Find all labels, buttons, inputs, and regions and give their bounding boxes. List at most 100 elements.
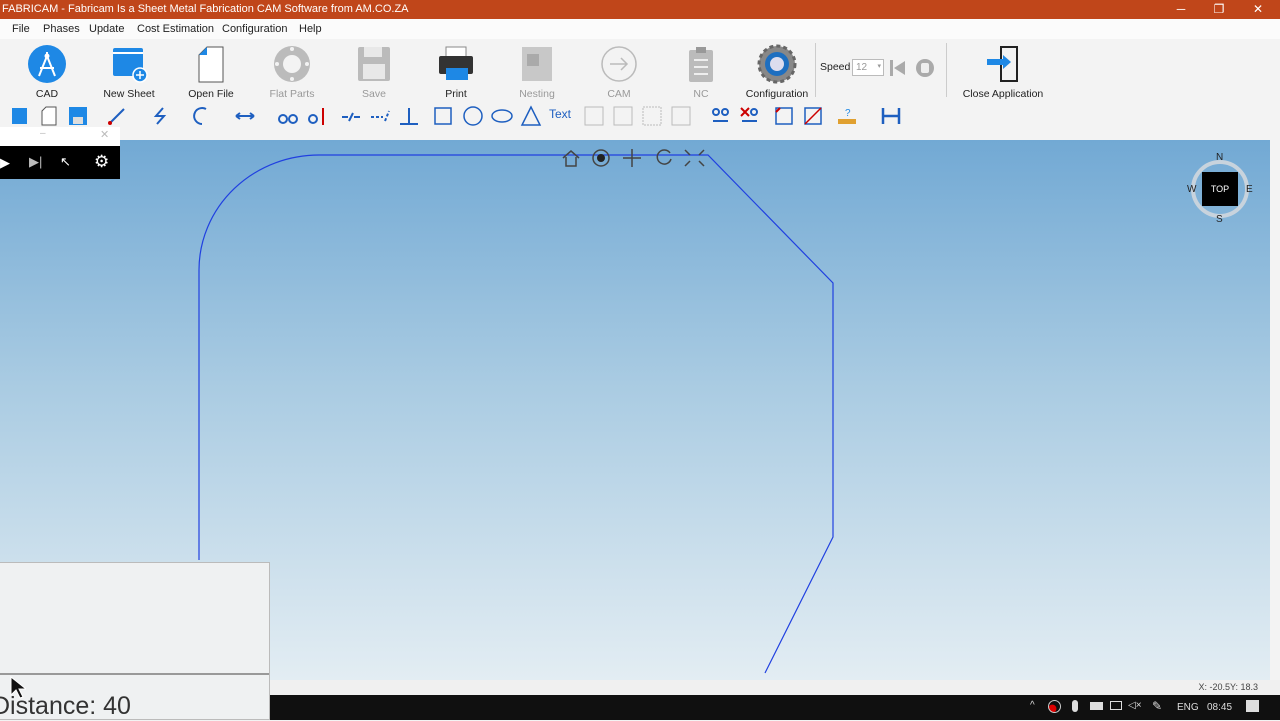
points-tool-icon[interactable] <box>612 105 634 127</box>
open-icon[interactable] <box>38 105 60 127</box>
print-button[interactable]: Print <box>416 41 496 100</box>
compass-east[interactable]: E <box>1246 184 1253 195</box>
chevron-up-icon[interactable]: ^ <box>1030 700 1035 711</box>
notifications-icon[interactable] <box>1246 700 1259 712</box>
corner-tool-icon[interactable] <box>773 105 795 127</box>
skip-icon[interactable]: ▶| <box>29 154 42 170</box>
text-tool-button[interactable]: Text <box>549 107 571 121</box>
menu-cost-estimation[interactable]: Cost Estimation <box>137 23 214 35</box>
cursor-effects-icon[interactable]: ↖ <box>60 154 71 170</box>
close-icon[interactable]: ✕ <box>100 128 109 141</box>
trim-tool-icon[interactable] <box>277 105 299 127</box>
unlink-path-icon[interactable] <box>739 105 761 127</box>
link-path-icon[interactable] <box>710 105 732 127</box>
nesting-icon <box>522 47 552 81</box>
polyline-tool-icon[interactable] <box>149 105 171 127</box>
menu-bar: File Phases Update Cost Estimation Confi… <box>0 19 1280 39</box>
close-application-button[interactable]: Close Application <box>962 41 1044 100</box>
divider <box>946 43 947 97</box>
chevron-down-icon: ▾ <box>877 63 881 70</box>
drawing-toolbar: Text ? <box>0 101 1280 139</box>
compass-south[interactable]: S <box>1216 214 1223 225</box>
menu-phases[interactable]: Phases <box>43 23 80 35</box>
rotate-icon[interactable] <box>656 149 672 165</box>
flat-parts-button[interactable]: Flat Parts <box>252 41 332 100</box>
microphone-icon[interactable] <box>1072 700 1078 712</box>
battery-icon[interactable] <box>1090 702 1103 710</box>
svg-text:?: ? <box>845 108 851 119</box>
language-indicator[interactable]: ENG <box>1177 702 1199 713</box>
configuration-button[interactable]: Configuration <box>737 41 817 100</box>
minimize-button[interactable]: ─ <box>1162 0 1200 19</box>
pan-icon[interactable] <box>623 149 641 167</box>
ribbon: CAD New Sheet Open File Flat Parts Save … <box>0 39 1280 101</box>
flat-parts-icon <box>274 46 310 82</box>
nesting-button[interactable]: Nesting <box>497 41 577 100</box>
dimension-tool-icon[interactable] <box>234 105 256 127</box>
recorder-widget: – ✕ ▶ ▶| ↖ ⚙ <box>0 127 120 179</box>
arrow-circle-icon <box>601 46 637 82</box>
open-file-icon <box>198 46 224 83</box>
break-line-tool-icon[interactable] <box>369 105 391 127</box>
arc-tool-icon[interactable] <box>190 105 212 127</box>
volume-muted-icon[interactable]: ◁× <box>1128 700 1142 711</box>
speed-select[interactable]: 12 ▾ <box>852 59 884 76</box>
recorder-icon[interactable] <box>1048 700 1061 713</box>
compass-icon <box>28 45 66 83</box>
measure-distance-icon[interactable] <box>880 105 902 127</box>
menu-update[interactable]: Update <box>89 23 124 35</box>
speed-label: Speed <box>820 61 851 73</box>
home-icon[interactable] <box>562 150 580 167</box>
line-tool-icon[interactable] <box>106 105 128 127</box>
compass-west[interactable]: W <box>1187 184 1196 195</box>
close-button[interactable]: ✕ <box>1239 0 1277 19</box>
exit-door-icon <box>987 46 1018 82</box>
window-title: FABRICAM - Fabricam Is a Sheet Metal Fab… <box>2 3 409 15</box>
break-tool-icon[interactable] <box>340 105 362 127</box>
maximize-button[interactable]: ❐ <box>1200 0 1238 19</box>
cad-button[interactable]: CAD <box>7 41 87 100</box>
menu-configuration[interactable]: Configuration <box>222 23 287 35</box>
perpendicular-tool-icon[interactable] <box>398 105 420 127</box>
zoom-extents-icon[interactable] <box>684 149 705 167</box>
circular-array-icon[interactable] <box>670 105 692 127</box>
nc-button[interactable]: NC <box>661 41 741 100</box>
extend-tool-icon[interactable] <box>305 105 327 127</box>
cam-button[interactable]: CAM <box>579 41 659 100</box>
settings-icon[interactable]: ⚙ <box>94 152 109 172</box>
step-back-icon[interactable] <box>888 59 908 77</box>
menu-help[interactable]: Help <box>299 23 322 35</box>
network-icon[interactable] <box>1110 701 1122 710</box>
triangle-tool-icon[interactable] <box>520 105 542 127</box>
orbit-icon[interactable] <box>592 149 610 167</box>
new-drawing-icon[interactable] <box>9 105 31 127</box>
play-icon[interactable]: ▶ <box>0 155 10 171</box>
save-small-icon[interactable] <box>67 105 89 127</box>
menu-file[interactable]: File <box>12 23 30 35</box>
ellipse-tool-icon[interactable] <box>491 105 513 127</box>
circle-tool-icon[interactable] <box>462 105 484 127</box>
stop-icon[interactable] <box>915 58 935 78</box>
new-sheet-button[interactable]: New Sheet <box>89 41 169 100</box>
rectangle-tool-icon[interactable] <box>432 105 454 127</box>
mouse-cursor-icon <box>10 676 26 699</box>
compass-top-face[interactable]: TOP <box>1202 172 1238 206</box>
view-controls <box>562 149 705 167</box>
save-button[interactable]: Save <box>334 41 414 100</box>
pen-icon[interactable]: ✎ <box>1152 699 1162 713</box>
compass-north[interactable]: N <box>1216 152 1223 163</box>
view-compass[interactable]: TOP N S E W <box>1187 152 1253 225</box>
cursor-coordinates: X: -20.5Y: 18.3 <box>1198 682 1258 692</box>
open-file-button[interactable]: Open File <box>171 41 251 100</box>
minimize-icon[interactable]: – <box>40 128 46 139</box>
point-tool-icon[interactable] <box>583 105 605 127</box>
chamfer-tool-icon[interactable] <box>802 105 824 127</box>
divider <box>815 43 816 97</box>
divider <box>0 673 269 675</box>
save-icon <box>358 47 390 81</box>
printer-icon <box>439 46 473 80</box>
new-sheet-icon <box>113 48 148 83</box>
clock[interactable]: 08:45 <box>1207 702 1232 713</box>
grid-array-icon[interactable] <box>641 105 663 127</box>
measure-icon[interactable]: ? <box>836 105 858 127</box>
